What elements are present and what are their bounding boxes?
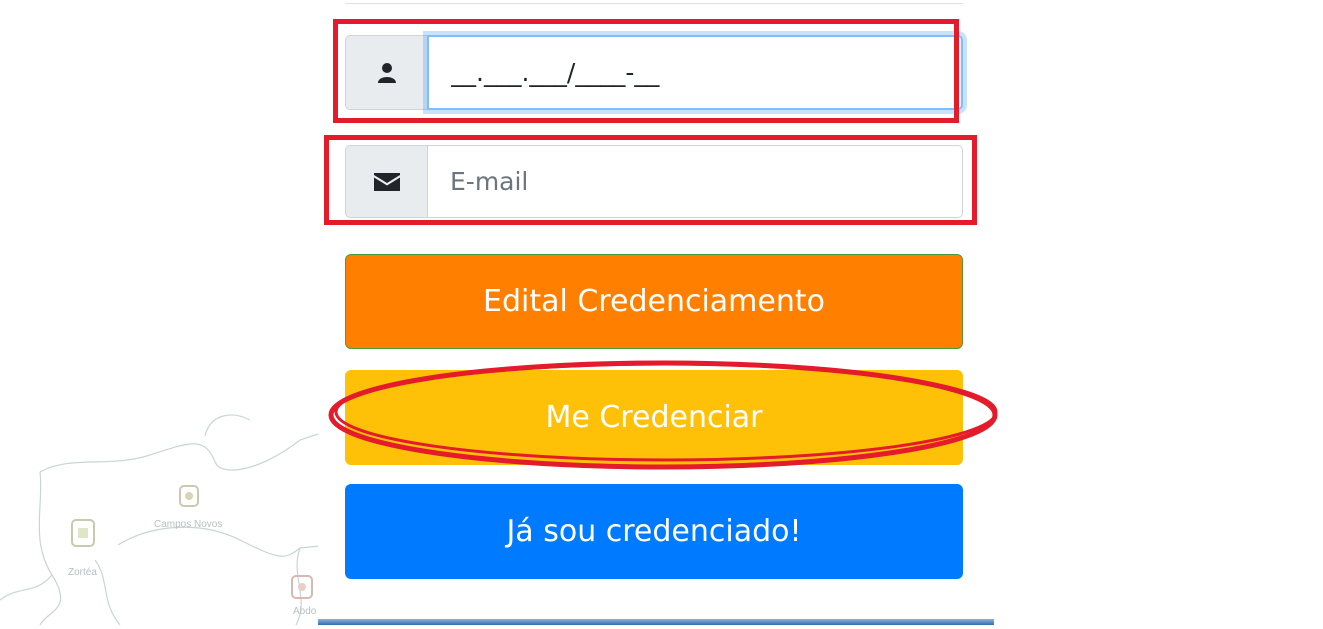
map-label: Abdo (293, 606, 317, 617)
crest-icon (71, 519, 95, 547)
email-input-group (345, 145, 963, 218)
user-icon (377, 62, 396, 83)
envelope-icon-addon (345, 145, 427, 218)
document-input-group (345, 35, 963, 110)
email-input[interactable] (427, 145, 963, 218)
crest-icon (179, 485, 199, 507)
document-input[interactable] (427, 35, 963, 110)
me-credenciar-button[interactable]: Me Credenciar (345, 370, 963, 465)
crest-icon (291, 575, 313, 599)
panel-footer-strip (318, 619, 994, 625)
edital-credenciamento-button[interactable]: Edital Credenciamento (345, 254, 963, 349)
user-icon-addon (345, 35, 427, 110)
background-map: Campos Novos Zortéa Abdo (0, 0, 331, 626)
envelope-icon (373, 172, 400, 191)
map-label: Zortéa (68, 567, 97, 578)
map-outline (0, 414, 331, 626)
panel-divider (345, 3, 963, 4)
map-label: Campos Novos (154, 519, 223, 530)
ja-sou-credenciado-button[interactable]: Já sou credenciado! (345, 484, 963, 579)
